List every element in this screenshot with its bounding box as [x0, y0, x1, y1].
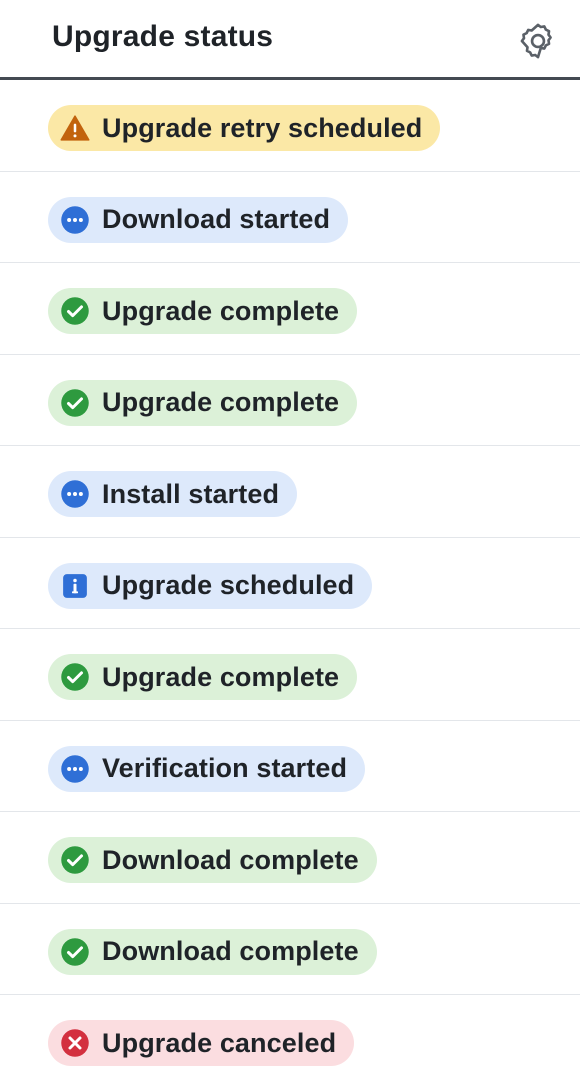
status-row: Download complete: [0, 812, 580, 904]
status-list: Upgrade retry scheduled Download started…: [0, 80, 580, 1087]
success-status-pill[interactable]: Download complete: [48, 837, 377, 883]
status-label: Download complete: [102, 936, 359, 966]
status-label: Download started: [102, 204, 331, 234]
page-title: Upgrade status: [52, 20, 274, 53]
error-status-pill[interactable]: Upgrade canceled: [48, 1020, 355, 1066]
success-status-pill[interactable]: Upgrade complete: [48, 379, 358, 426]
status-label: Verification started: [102, 753, 348, 783]
info-status-pill[interactable]: Upgrade scheduled: [48, 562, 373, 609]
check-circle-icon: [60, 937, 90, 967]
status-label: Upgrade retry scheduled: [102, 112, 423, 143]
status-label: Upgrade complete: [102, 387, 340, 417]
upgrade-status-panel: Upgrade status Upgrade retry scheduled D…: [0, 0, 580, 1090]
status-label: Upgrade complete: [102, 295, 340, 326]
check-circle-icon: [60, 388, 90, 418]
check-circle-icon: [60, 662, 90, 692]
gear-icon: [520, 23, 552, 59]
status-row: Upgrade retry scheduled: [0, 80, 580, 172]
check-circle-icon: [60, 845, 90, 875]
status-row: Download complete: [0, 904, 580, 995]
in-progress-icon: [60, 205, 90, 235]
status-row: Upgrade scheduled: [0, 538, 580, 629]
panel-header: Upgrade status: [0, 0, 580, 80]
warning-status-pill[interactable]: Upgrade retry scheduled: [48, 105, 441, 151]
status-label: Install started: [102, 478, 280, 509]
success-status-pill[interactable]: Upgrade complete: [48, 654, 358, 700]
status-row: Download started: [0, 172, 580, 263]
info-square-icon: [60, 571, 90, 601]
status-label: Download complete: [102, 844, 359, 875]
success-status-pill[interactable]: Upgrade complete: [48, 288, 358, 334]
status-row: Verification started: [0, 721, 580, 812]
status-label: Upgrade scheduled: [102, 570, 355, 600]
status-row: Install started: [0, 446, 580, 538]
warning-triangle-icon: [60, 113, 90, 143]
status-label: Upgrade complete: [102, 661, 340, 692]
x-circle-icon: [60, 1028, 90, 1058]
progress-status-pill[interactable]: Install started: [48, 471, 298, 517]
settings-button[interactable]: [514, 17, 562, 65]
check-circle-icon: [60, 296, 90, 326]
status-row: Upgrade complete: [0, 629, 580, 721]
status-row: Upgrade complete: [0, 263, 580, 355]
success-status-pill[interactable]: Download complete: [48, 928, 377, 975]
progress-status-pill[interactable]: Download started: [48, 196, 349, 243]
progress-status-pill[interactable]: Verification started: [48, 745, 366, 792]
in-progress-icon: [60, 754, 90, 784]
status-label: Upgrade canceled: [102, 1027, 337, 1058]
status-row: Upgrade complete: [0, 355, 580, 446]
in-progress-icon: [60, 479, 90, 509]
status-row: Upgrade canceled: [0, 995, 580, 1087]
